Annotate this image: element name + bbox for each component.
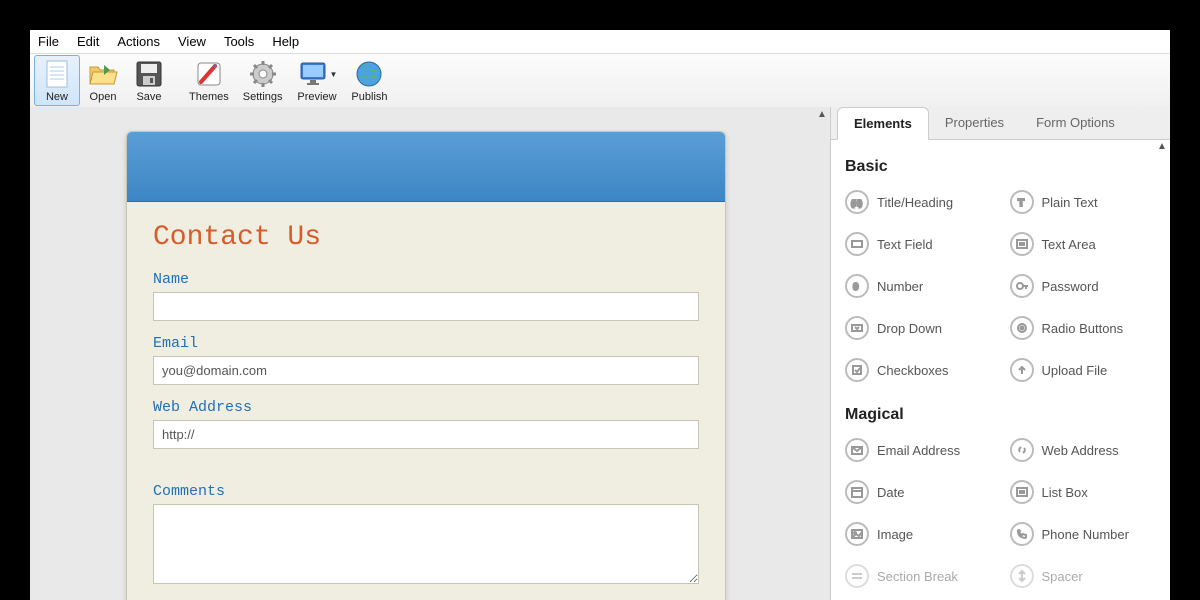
- gear-icon: [247, 58, 279, 90]
- email-icon: [845, 438, 869, 462]
- elements-grid-basic: (H)Title/Heading TPlain Text Text Field …: [845, 190, 1164, 382]
- settings-label: Settings: [243, 91, 283, 103]
- elements-panel: Basic (H)Title/Heading TPlain Text Text …: [831, 140, 1170, 600]
- form-body: Contact Us Name Email Web Address Commen…: [127, 202, 725, 600]
- element-title-heading[interactable]: (H)Title/Heading: [845, 190, 1000, 214]
- element-password[interactable]: Password: [1010, 274, 1165, 298]
- sidebar-wrap: ▲ Elements Properties Form Options ▲ Bas…: [814, 107, 1170, 600]
- section-basic-title: Basic: [845, 158, 1164, 176]
- element-web-address[interactable]: Web Address: [1010, 438, 1165, 462]
- field-label-comments: Comments: [153, 483, 699, 500]
- element-list-box[interactable]: List Box: [1010, 480, 1165, 504]
- main-area: Contact Us Name Email Web Address Commen…: [30, 107, 1170, 600]
- element-phone-number[interactable]: Phone Number: [1010, 522, 1165, 546]
- save-button[interactable]: Save: [126, 55, 172, 106]
- upload-icon: [1010, 358, 1034, 382]
- field-input-web[interactable]: [153, 420, 699, 449]
- section-magical-title: Magical: [845, 406, 1164, 424]
- menu-actions[interactable]: Actions: [117, 34, 160, 49]
- field-textarea-comments[interactable]: [153, 504, 699, 584]
- tab-form-options[interactable]: Form Options: [1020, 107, 1131, 139]
- form-title: Contact Us: [153, 222, 699, 253]
- menu-edit[interactable]: Edit: [77, 34, 99, 49]
- sidebar-tabs: Elements Properties Form Options: [831, 107, 1170, 140]
- tab-properties[interactable]: Properties: [929, 107, 1020, 139]
- element-upload-file[interactable]: Upload File: [1010, 358, 1165, 382]
- new-file-icon: [41, 58, 73, 90]
- text-area-icon: [1010, 232, 1034, 256]
- element-date[interactable]: Date: [845, 480, 1000, 504]
- themes-button[interactable]: Themes: [182, 55, 236, 106]
- element-checkboxes[interactable]: Checkboxes: [845, 358, 1000, 382]
- number-icon: 0: [845, 274, 869, 298]
- element-image[interactable]: Image: [845, 522, 1000, 546]
- link-icon: [1010, 438, 1034, 462]
- field-input-email[interactable]: [153, 356, 699, 385]
- field-input-name[interactable]: [153, 292, 699, 321]
- menu-help[interactable]: Help: [272, 34, 299, 49]
- dropdown-icon: [845, 316, 869, 340]
- element-number[interactable]: 0Number: [845, 274, 1000, 298]
- section-break-icon: [845, 564, 869, 588]
- chevron-down-icon: ▼: [330, 70, 338, 79]
- globe-icon: [353, 58, 385, 90]
- element-radio-buttons[interactable]: Radio Buttons: [1010, 316, 1165, 340]
- svg-text:T: T: [1018, 198, 1024, 209]
- element-email-address[interactable]: Email Address: [845, 438, 1000, 462]
- password-icon: [1010, 274, 1034, 298]
- element-drop-down[interactable]: Drop Down: [845, 316, 1000, 340]
- open-button[interactable]: Open: [80, 55, 126, 106]
- new-button[interactable]: New: [34, 55, 80, 106]
- open-label: Open: [90, 91, 117, 103]
- tab-elements[interactable]: Elements: [837, 107, 929, 140]
- text-icon: T: [1010, 190, 1034, 214]
- toolbar: New Open Save Themes Settings: [30, 54, 1170, 108]
- element-spacer[interactable]: Spacer: [1010, 564, 1165, 588]
- app-window: File Edit Actions View Tools Help New Op…: [30, 30, 1170, 600]
- publish-label: Publish: [351, 91, 387, 103]
- menu-view[interactable]: View: [178, 34, 206, 49]
- element-text-area[interactable]: Text Area: [1010, 232, 1165, 256]
- sidebar: Elements Properties Form Options ▲ Basic…: [830, 107, 1170, 600]
- preview-label: Preview: [297, 91, 336, 103]
- list-icon: [1010, 480, 1034, 504]
- themes-icon: [193, 58, 225, 90]
- element-section-break[interactable]: Section Break: [845, 564, 1000, 588]
- settings-button[interactable]: Settings: [236, 55, 290, 106]
- heading-icon: (H): [845, 190, 869, 214]
- canvas-scrollbar[interactable]: ▲: [814, 107, 830, 600]
- menubar: File Edit Actions View Tools Help: [30, 30, 1170, 54]
- svg-text:(H): (H): [851, 199, 862, 208]
- menu-file[interactable]: File: [38, 34, 59, 49]
- menu-tools[interactable]: Tools: [224, 34, 254, 49]
- folder-open-icon: [87, 58, 119, 90]
- radio-icon: [1010, 316, 1034, 340]
- form-preview[interactable]: Contact Us Name Email Web Address Commen…: [126, 131, 726, 600]
- themes-label: Themes: [189, 91, 229, 103]
- phone-icon: [1010, 522, 1034, 546]
- canvas[interactable]: Contact Us Name Email Web Address Commen…: [30, 107, 814, 600]
- date-icon: [845, 480, 869, 504]
- text-field-icon: [845, 232, 869, 256]
- field-label-web: Web Address: [153, 399, 699, 416]
- new-label: New: [46, 91, 68, 103]
- spacer-icon: [1010, 564, 1034, 588]
- publish-button[interactable]: Publish: [344, 55, 394, 106]
- field-label-email: Email: [153, 335, 699, 352]
- field-label-name: Name: [153, 271, 699, 288]
- scroll-up-icon[interactable]: ▲: [814, 107, 830, 122]
- preview-button[interactable]: ▼ Preview: [290, 55, 345, 106]
- element-text-field[interactable]: Text Field: [845, 232, 1000, 256]
- elements-grid-magical: Email Address Web Address Date List Box …: [845, 438, 1164, 588]
- svg-text:0: 0: [853, 282, 859, 293]
- image-icon: [845, 522, 869, 546]
- checkbox-icon: [845, 358, 869, 382]
- element-plain-text[interactable]: TPlain Text: [1010, 190, 1165, 214]
- form-header: [127, 132, 725, 202]
- save-icon: [133, 58, 165, 90]
- save-label: Save: [136, 91, 161, 103]
- monitor-icon: [297, 58, 329, 90]
